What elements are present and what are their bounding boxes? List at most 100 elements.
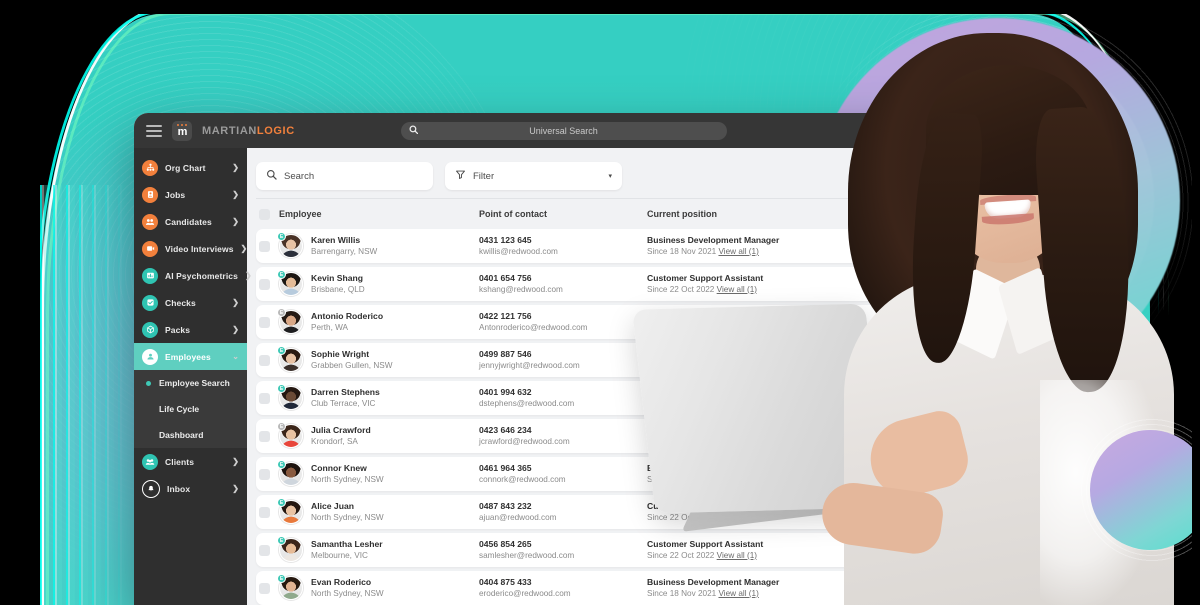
table-row[interactable]: E Sophie Wright Grabben Gullen, NSW 0499 88… xyxy=(256,343,994,377)
view-all-link[interactable]: View all (1) xyxy=(718,247,758,256)
row-checkbox[interactable] xyxy=(259,392,270,404)
view-all-link[interactable]: View all (1) xyxy=(718,437,758,446)
row-checkbox[interactable] xyxy=(259,316,270,328)
employee-since: Since 18 Nov 2021 View all (1) xyxy=(647,398,759,408)
universal-search-input[interactable]: Universal Search xyxy=(401,121,727,140)
next-since: Sin xyxy=(877,588,889,598)
app-window: m MARTIANLOGIC Universal Search Org Char… xyxy=(134,113,994,605)
row-checkbox[interactable] xyxy=(259,468,270,480)
view-all-link[interactable]: View all (1) xyxy=(718,475,758,484)
martianlogic-logo-mark: m xyxy=(172,120,192,141)
row-checkbox[interactable] xyxy=(259,278,270,290)
filter-dropdown[interactable]: Filter ▾ xyxy=(445,162,622,190)
cell-current-position: Customer Support Assistant Since 22 Oct 2… xyxy=(647,539,877,561)
cell-current-position: Business Development Manager Since 18 Nov… xyxy=(647,463,877,485)
table-row[interactable]: E Samantha Lesher Melbourne, VIC 0456 854 2… xyxy=(256,533,994,567)
select-all-checkbox[interactable] xyxy=(259,208,270,220)
employee-email: Antonroderico@redwood.com xyxy=(479,322,588,332)
sidebar-item-candidates[interactable]: Candidates ❯ xyxy=(134,208,247,235)
sidebar-item-label: Inbox xyxy=(167,483,191,494)
search-icon xyxy=(266,167,277,185)
sidebar-item-life-cycle[interactable]: Life Cycle xyxy=(134,396,247,422)
view-all-link[interactable]: View all (1) xyxy=(718,361,758,370)
employee-name: Evan Roderico xyxy=(311,577,372,588)
employee-phone: 0401 994 632 xyxy=(479,387,532,398)
view-all-link[interactable]: View all (1) xyxy=(717,285,757,294)
cell-point-of-contact: 0401 994 632 dstephens@redwood.com xyxy=(479,387,647,409)
row-checkbox[interactable] xyxy=(259,240,270,252)
sidebar-item-clients[interactable]: Clients ❯ xyxy=(134,448,247,475)
employee-location: Perth, WA xyxy=(311,322,349,332)
sidebar-item-inbox[interactable]: Inbox ❯ xyxy=(134,475,247,502)
employee-location: North Sydney, NSW xyxy=(311,474,384,484)
view-all-link[interactable]: View all (1) xyxy=(717,323,757,332)
row-checkbox[interactable] xyxy=(259,354,270,366)
box-icon xyxy=(142,321,158,338)
table-row[interactable]: E Kevin Shang Brisbane, QLD 0401 654 756 ksh… xyxy=(256,267,994,301)
employee-phone: 0431 123 645 xyxy=(479,235,532,246)
frame-right-margin xyxy=(1192,0,1200,605)
cell-point-of-contact: 0499 887 546 jennyjwright@redwood.com xyxy=(479,349,647,371)
employee-phone: 0404 875 433 xyxy=(479,577,532,588)
table-row[interactable]: E Darren Stephens Club Terrace, VIC 0401 99… xyxy=(256,381,994,415)
cell-current-position: Business Development Manager Since 18 Nov… xyxy=(647,235,877,257)
table-row[interactable]: E Evan Roderico North Sydney, NSW 0404 875 … xyxy=(256,571,994,605)
cell-employee: E Karen Willis Barrengarry, NSW xyxy=(277,232,479,258)
employee-text: Alice Juan North Sydney, NSW xyxy=(311,501,384,523)
view-all-link[interactable]: View all (1) xyxy=(717,513,757,522)
search-input[interactable]: Search xyxy=(256,162,433,190)
hamburger-icon[interactable] xyxy=(146,124,162,137)
employee-location: Barrengarry, NSW xyxy=(311,246,378,256)
view-all-link[interactable]: View all (1) xyxy=(717,551,757,560)
employee-name: Karen Willis xyxy=(311,235,361,246)
employee-location: Krondorf, SA xyxy=(311,436,358,446)
cell-employee: E Samantha Lesher Melbourne, VIC xyxy=(277,536,479,562)
sidebar-item-employee-search[interactable]: Employee Search xyxy=(134,370,247,396)
people-icon xyxy=(142,213,158,230)
table-row[interactable]: E Alice Juan North Sydney, NSW 0487 843 232… xyxy=(256,495,994,529)
sidebar-item-ai-psychometrics[interactable]: AI Psychometrics ❯ xyxy=(134,262,252,289)
cell-current-position: Customer Support Assistant Since 22 Oct 2… xyxy=(647,501,877,523)
view-all-link[interactable]: View all (1) xyxy=(718,589,758,598)
employee-position: Business Development Manager xyxy=(647,235,780,246)
cell-point-of-contact: 0487 843 232 ajuan@redwood.com xyxy=(479,501,647,523)
funnel-icon xyxy=(455,167,466,185)
avatar: E xyxy=(277,308,303,334)
employee-position: Business Development Manager xyxy=(647,577,780,588)
sidebar-item-employees[interactable]: Employees ⌄ xyxy=(134,343,247,370)
sidebar-item-jobs[interactable]: Jobs ❯ xyxy=(134,181,247,208)
employee-since: Since 22 Oct 2022 View all (1) xyxy=(647,322,757,332)
employee-text: Julia Crawford Krondorf, SA xyxy=(311,425,371,447)
table-row[interactable]: E Connor Knew North Sydney, NSW 0461 964 36… xyxy=(256,457,994,491)
sidebar-item-dashboard[interactable]: Dashboard xyxy=(134,422,247,448)
cell-employee: E Darren Stephens Club Terrace, VIC xyxy=(277,384,479,410)
sidebar-item-org-chart[interactable]: Org Chart ❯ xyxy=(134,154,247,181)
employee-position: Customer Support Assistant xyxy=(647,311,764,322)
cell-point-of-contact: 0404 875 433 eroderico@redwood.com xyxy=(479,577,647,599)
view-all-link[interactable]: View all (1) xyxy=(718,399,758,408)
employee-since: Since 22 Oct 2022 View all (1) xyxy=(647,512,757,522)
table-row[interactable]: E Antonio Roderico Perth, WA 0422 121 756 An… xyxy=(256,305,994,339)
employee-position: Customer Support Assistant xyxy=(647,539,764,550)
status-badge: E xyxy=(277,232,286,241)
brand-wordmark: MARTIANLOGIC xyxy=(202,125,295,137)
row-checkbox[interactable] xyxy=(259,582,270,594)
sidebar-item-packs[interactable]: Packs ❯ xyxy=(134,316,247,343)
table-header-row: Employee Point of contact Current positi… xyxy=(256,199,994,229)
table-row[interactable]: E Karen Willis Barrengarry, NSW 0431 123 64… xyxy=(256,229,994,263)
employee-text: Evan Roderico North Sydney, NSW xyxy=(311,577,384,599)
cell-point-of-contact: 0461 964 365 connork@redwood.com xyxy=(479,463,647,485)
row-checkbox[interactable] xyxy=(259,506,270,518)
sidebar-item-video-interviews[interactable]: Video Interviews ❯ xyxy=(134,235,247,262)
table-row[interactable]: E Julia Crawford Krondorf, SA 0423 646 234 j… xyxy=(256,419,994,453)
employee-text: Sophie Wright Grabben Gullen, NSW xyxy=(311,349,392,371)
avatar: E xyxy=(277,498,303,524)
avatar: E xyxy=(277,384,303,410)
employee-since: Since 22 Oct 2022 View all (1) xyxy=(647,284,757,294)
employee-name: Antonio Roderico xyxy=(311,311,384,322)
cell-current-position: Business Development Manager Since 18 Nov… xyxy=(647,349,877,371)
sidebar-item-checks[interactable]: Checks ❯ xyxy=(134,289,247,316)
row-checkbox[interactable] xyxy=(259,430,270,442)
cell-employee: E Connor Knew North Sydney, NSW xyxy=(277,460,479,486)
row-checkbox[interactable] xyxy=(259,544,270,556)
